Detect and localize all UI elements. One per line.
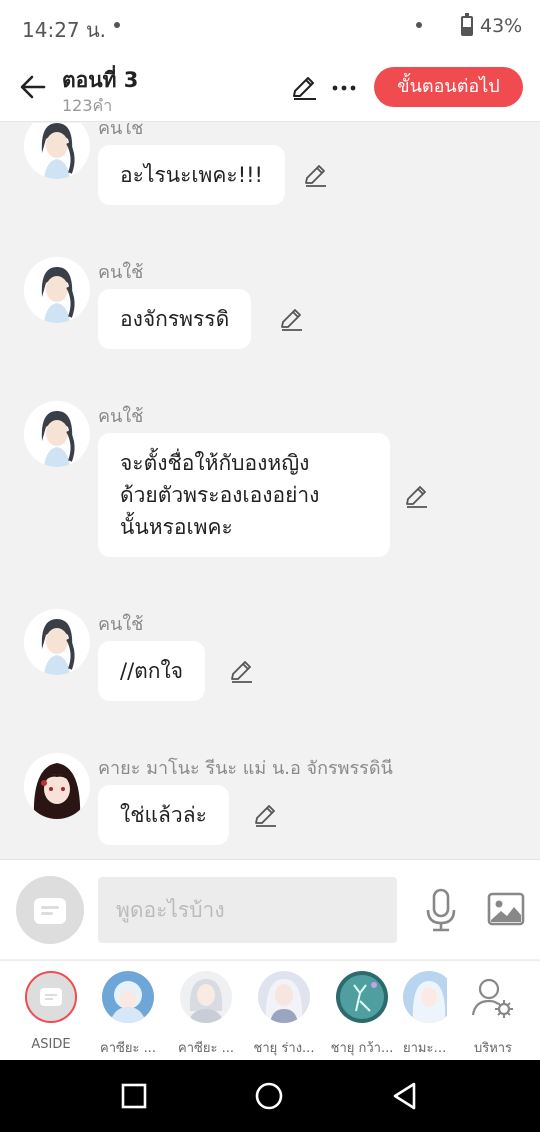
aside-toggle-button[interactable]: [16, 876, 84, 944]
character-avatar: [180, 971, 232, 1023]
character-aside[interactable]: ASIDE: [14, 971, 88, 1052]
recent-apps-icon[interactable]: [118, 1080, 150, 1112]
signal-dot-icon: [416, 22, 422, 28]
sender-name: คนใช้: [98, 614, 144, 635]
chat-area[interactable]: คนใช้ อะไรนะเพคะ!!! คนใช้ องจักรพรรดิ คน…: [0, 123, 540, 859]
avatar[interactable]: [24, 401, 90, 467]
edit-message-icon[interactable]: [252, 803, 278, 829]
avatar[interactable]: [24, 257, 90, 323]
message-line: นั้นหรอเพคะ: [120, 515, 233, 539]
message-bubble[interactable]: ใช่แล้วล่ะ: [98, 785, 229, 845]
header: ตอนที่ 3 123คำ ขั้นตอนต่อไป: [0, 52, 540, 122]
message-line: จะตั้งชื่อให้กับองหญิง: [120, 451, 310, 475]
battery-level: 43%: [480, 15, 523, 37]
character-label: ชายุ กว้า...: [330, 1041, 394, 1056]
battery-icon: [461, 13, 473, 36]
microphone-icon[interactable]: [424, 888, 458, 932]
character-avatar: [102, 971, 154, 1023]
sender-name: คนใช้: [98, 406, 144, 427]
home-icon[interactable]: [253, 1080, 285, 1112]
notification-dot-icon: [114, 22, 120, 28]
message-bubble[interactable]: //ตกใจ: [98, 641, 206, 701]
message-line: อะไรนะเพคะ!!!: [120, 163, 263, 187]
character-item[interactable]: คาซียะ ...: [91, 971, 165, 1058]
sender-name: คนใช้: [98, 123, 144, 139]
more-options-icon[interactable]: [330, 74, 358, 102]
manage-user-settings-icon: [471, 978, 513, 1018]
avatar[interactable]: [24, 123, 90, 179]
edit-message-icon[interactable]: [228, 659, 254, 685]
character-label: ASIDE: [31, 1037, 71, 1052]
status-bar: 14:27 น. 43%: [0, 0, 540, 52]
character-label: ชายุ ร่าง...: [253, 1041, 315, 1056]
manage-button[interactable]: บริหาร: [456, 971, 530, 1058]
character-item[interactable]: ชายุ ร่าง...: [247, 971, 321, 1058]
sender-name: คายะ มาโนะ รีนะ แม่ น.อ จักรพรรดินี: [98, 758, 393, 779]
character-label: คาซียะ ...: [100, 1041, 156, 1056]
avatar[interactable]: [24, 609, 90, 675]
character-label: ยามะ ชุ...: [403, 1041, 447, 1056]
character-label: คาซียะ ...: [178, 1041, 234, 1056]
character-bar: ASIDE คาซียะ ... คาซียะ ... ชายุ ร่าง...…: [0, 960, 540, 1060]
next-step-button[interactable]: ขั้นตอนต่อไป: [374, 67, 523, 107]
system-nav-bar: [0, 1060, 540, 1132]
edit-title-icon[interactable]: [290, 74, 318, 102]
message-bubble[interactable]: องจักรพรรดิ: [98, 289, 252, 349]
message-bubble[interactable]: อะไรนะเพคะ!!!: [98, 145, 285, 205]
message-line: ใช่แล้วล่ะ: [120, 803, 207, 827]
character-avatar: [336, 971, 388, 1023]
aside-icon: [25, 971, 77, 1023]
manage-label: บริหาร: [473, 1041, 513, 1056]
character-item[interactable]: ยามะ ชุ...: [403, 971, 447, 1058]
character-item[interactable]: ชายุ กว้า...: [325, 971, 399, 1058]
avatar[interactable]: [24, 753, 90, 819]
message-input[interactable]: [98, 877, 397, 943]
character-item[interactable]: คาซียะ ...: [169, 971, 243, 1058]
back-nav-icon[interactable]: [389, 1080, 421, 1112]
message-line: ด้วยตัวพระองเองอย่าง: [120, 483, 320, 507]
message-line: องจักรพรรดิ: [120, 307, 230, 331]
back-arrow-icon[interactable]: [18, 72, 48, 102]
image-icon[interactable]: [487, 892, 525, 926]
sender-name: คนใช้: [98, 262, 144, 283]
edit-message-icon[interactable]: [302, 163, 328, 189]
input-bar: [0, 859, 540, 959]
status-time: 14:27 น.: [22, 18, 107, 42]
word-count: 123คำ: [62, 96, 113, 115]
aside-icon: [34, 898, 66, 924]
character-avatar: [403, 971, 447, 1023]
character-avatar: [258, 971, 310, 1023]
edit-message-icon[interactable]: [403, 484, 429, 510]
message-bubble[interactable]: จะตั้งชื่อให้กับองหญิง ด้วยตัวพระองเองอย…: [98, 433, 390, 557]
message-line: //ตกใจ: [120, 659, 184, 683]
page-title: ตอนที่ 3: [62, 68, 139, 92]
edit-message-icon[interactable]: [278, 307, 304, 333]
